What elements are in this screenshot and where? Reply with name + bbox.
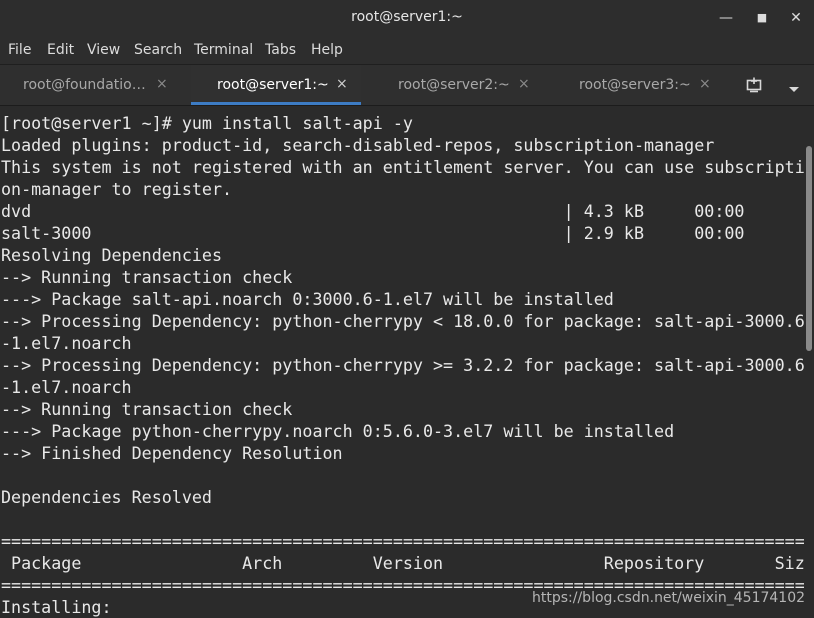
window-title: root@server1:~	[351, 9, 463, 25]
tab-close-icon[interactable]: ×	[699, 76, 711, 92]
menu-edit[interactable]: Edit	[47, 42, 74, 58]
terminal-line: [root@server1 ~]# yum install salt-api -…	[1, 113, 413, 133]
new-tab-icon[interactable]	[745, 76, 763, 98]
menu-terminal[interactable]: Terminal	[194, 42, 253, 58]
tab-label: root@server2:~	[398, 77, 510, 93]
tab-close-icon[interactable]: ×	[518, 76, 530, 92]
terminal-line: Package Arch Version Repository Size	[1, 553, 804, 573]
terminal-line: -1.el7.noarch	[1, 377, 132, 397]
terminal-line: on-manager to register.	[1, 179, 233, 199]
close-button[interactable]: ✕	[787, 9, 805, 27]
active-tab-indicator	[191, 102, 361, 105]
terminal-line: dvd | 4.3 kB 00:00	[1, 201, 745, 221]
chevron-down-icon[interactable]	[787, 80, 801, 99]
menu-help[interactable]: Help	[311, 42, 343, 58]
terminal-scrollbar[interactable]	[804, 106, 814, 618]
menu-file[interactable]: File	[8, 42, 31, 58]
scrollbar-thumb[interactable]	[806, 146, 812, 351]
menu-tabs[interactable]: Tabs	[265, 42, 296, 58]
terminal-line: Installing:	[1, 597, 112, 617]
terminal-line: --> Finished Dependency Resolution	[1, 443, 343, 463]
tab-bar: root@foundatio… × root@server1:~ × root@…	[0, 65, 814, 106]
minimize-button[interactable]: —	[717, 9, 735, 27]
tab-close-icon[interactable]: ×	[336, 76, 348, 92]
tab-server2[interactable]: root@server2:~ ×	[372, 65, 542, 105]
terminal-line: ---> Package python-cherrypy.noarch 0:5.…	[1, 421, 675, 441]
maximize-button[interactable]: ■	[753, 9, 771, 27]
tab-label: root@server1:~	[217, 77, 329, 93]
terminal-output[interactable]: [root@server1 ~]# yum install salt-api -…	[0, 106, 804, 618]
title-bar: root@server1:~ — ■ ✕	[0, 0, 814, 36]
terminal-line: --> Processing Dependency: python-cherry…	[1, 311, 804, 331]
terminal-line: --> Running transaction check	[1, 399, 293, 419]
terminal-line: -1.el7.noarch	[1, 333, 132, 353]
terminal-line: This system is not registered with an en…	[1, 157, 804, 177]
terminal-line: Loaded plugins: product-id, search-disab…	[1, 135, 715, 155]
menu-bar: File Edit View Search Terminal Tabs Help	[0, 36, 814, 65]
terminal-line: salt-3000 | 2.9 kB 00:00	[1, 223, 745, 243]
terminal-line: --> Running transaction check	[1, 267, 293, 287]
terminal-line: Dependencies Resolved	[1, 487, 212, 507]
tab-foundation[interactable]: root@foundatio… ×	[8, 65, 178, 105]
tab-server1[interactable]: root@server1:~ ×	[191, 65, 361, 105]
terminal-line: --> Processing Dependency: python-cherry…	[1, 355, 804, 375]
menu-view[interactable]: View	[87, 42, 120, 58]
menu-search[interactable]: Search	[134, 42, 182, 58]
watermark: https://blog.csdn.net/weixin_45174102	[532, 590, 806, 606]
tab-label: root@server3:~	[579, 77, 691, 93]
tab-close-icon[interactable]: ×	[156, 76, 168, 92]
terminal-line: ---> Package salt-api.noarch 0:3000.6-1.…	[1, 289, 614, 309]
tab-label: root@foundatio…	[23, 77, 146, 93]
tab-server3[interactable]: root@server3:~ ×	[553, 65, 723, 105]
terminal-line: Resolving Dependencies	[1, 245, 223, 265]
terminal-line: ========================================…	[1, 531, 804, 551]
